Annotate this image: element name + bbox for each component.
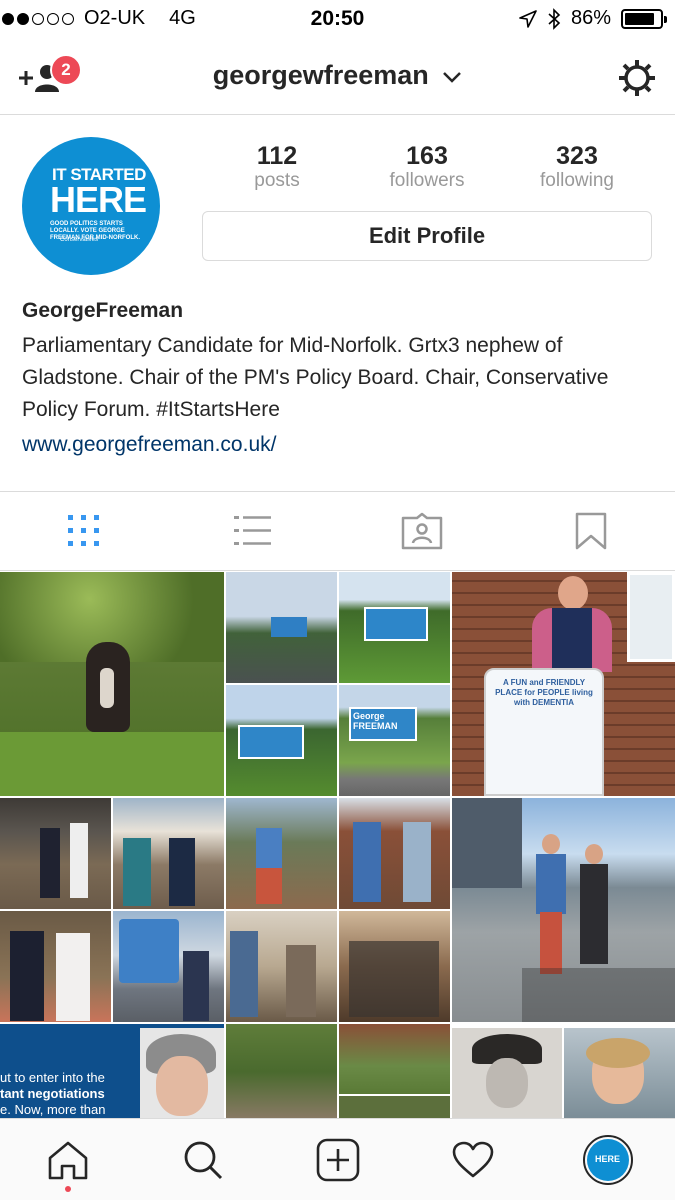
stat-value: 323 xyxy=(556,142,598,170)
nav-profile[interactable]: HERE xyxy=(540,1119,675,1200)
edit-profile-button[interactable]: Edit Profile xyxy=(202,211,652,261)
avatar-text-line2: HERE xyxy=(50,179,147,220)
collage-garden-2 xyxy=(339,1024,450,1094)
collage-sky-1 xyxy=(226,572,337,683)
posts-count[interactable]: 112 posts xyxy=(202,142,352,192)
post-thumbnail-visits-collage[interactable] xyxy=(226,798,450,1022)
collage-sky-4: George FREEMAN xyxy=(339,685,450,796)
mini-avatar-text: HERE xyxy=(586,1138,629,1181)
activity-dot xyxy=(64,1186,71,1192)
bio-text: Parliamentary Candidate for Mid-Norfolk.… xyxy=(22,334,609,421)
search-icon xyxy=(184,1141,222,1179)
woman-portrait xyxy=(564,1028,675,1120)
vintage-portrait xyxy=(452,1028,562,1120)
stat-label: following xyxy=(540,170,614,191)
person xyxy=(532,572,612,672)
speech-quote: ut to enter into the tant negotiations e… xyxy=(0,1070,140,1120)
bottom-tab-bar: HERE xyxy=(0,1118,675,1200)
tagged-icon xyxy=(401,512,443,550)
pony xyxy=(86,642,130,732)
grid-icon xyxy=(68,515,100,546)
shadow xyxy=(522,968,675,1022)
battery-icon xyxy=(621,8,667,29)
status-right: 86% xyxy=(519,7,667,30)
profile-name: GeorgeFreeman xyxy=(22,299,184,322)
shop-building xyxy=(452,798,522,888)
bookmark-icon xyxy=(575,512,606,550)
speech-line-1: ut to enter into the xyxy=(0,1070,105,1085)
nav-activity[interactable] xyxy=(405,1119,540,1200)
home-icon xyxy=(48,1141,87,1179)
collage-visit-2 xyxy=(339,798,450,909)
profile-icon: HERE xyxy=(582,1134,633,1185)
post-thumbnail-market-collage[interactable] xyxy=(0,798,224,1022)
stat-value: 163 xyxy=(406,142,448,170)
speech-line-3: e. Now, more than xyxy=(0,1102,106,1117)
profile-avatar[interactable]: IT STARTED HERE GOOD POLITICS STARTS LOC… xyxy=(22,137,160,275)
status-bar: O2-UK 4G 20:50 86% xyxy=(0,0,675,40)
website-link[interactable]: www.georgefreeman.co.uk/ xyxy=(22,430,652,460)
profile-header: 2 georgewfreeman xyxy=(0,40,675,115)
post-thumbnail-portrait-collage[interactable] xyxy=(452,1024,675,1120)
username-title: georgewfreeman xyxy=(212,60,429,90)
profile-view-tabs xyxy=(0,491,675,571)
collage-sky-2 xyxy=(339,572,450,683)
nav-home[interactable] xyxy=(0,1119,135,1200)
bluetooth-icon xyxy=(548,7,561,30)
tab-tagged[interactable] xyxy=(338,492,507,570)
new-post-icon xyxy=(316,1138,359,1181)
location-icon xyxy=(519,9,537,28)
battery-percent: 86% xyxy=(570,7,611,29)
post-thumbnail-car-park[interactable] xyxy=(452,798,675,1022)
stat-label: posts xyxy=(254,170,300,191)
nav-search[interactable] xyxy=(135,1119,270,1200)
profile-stats: 112 posts 163 followers 323 following xyxy=(202,142,652,192)
heart-icon xyxy=(452,1141,493,1177)
post-thumbnail-dementia-cafe[interactable]: A FUN and FRIENDLY PLACE for PEOPLE livi… xyxy=(452,572,675,796)
chevron-down-icon xyxy=(443,71,462,83)
tab-saved[interactable] xyxy=(506,492,675,570)
post-thumbnail-pony[interactable] xyxy=(0,572,224,796)
speech-line-2: tant negotiations xyxy=(0,1086,105,1101)
avatar-text-line4: Conservatives xyxy=(60,237,99,243)
stat-label: followers xyxy=(389,170,465,191)
collage-market-3 xyxy=(0,911,111,1022)
gear-icon xyxy=(619,60,655,96)
grass xyxy=(0,732,224,796)
list-icon xyxy=(234,516,272,545)
collage-garden-3 xyxy=(339,1096,450,1120)
collage-visit-3 xyxy=(226,911,337,1022)
collage-market-4 xyxy=(113,911,224,1022)
settings-button[interactable] xyxy=(617,58,657,98)
nav-new-post[interactable] xyxy=(270,1119,405,1200)
post-thumbnail-signs-collage[interactable]: George FREEMAN xyxy=(226,572,450,796)
window xyxy=(627,572,675,662)
stat-value: 112 xyxy=(256,142,298,170)
person-woman xyxy=(580,844,608,964)
sign-text: George FREEMAN xyxy=(349,707,417,741)
posts-grid: George FREEMAN A FUN and FRIENDLY PLACE … xyxy=(0,572,675,1120)
tab-list[interactable] xyxy=(169,492,338,570)
collage-visit-1 xyxy=(226,798,337,909)
collage-visit-4 xyxy=(339,911,450,1022)
post-thumbnail-garden-collage[interactable] xyxy=(226,1024,450,1120)
tab-grid[interactable] xyxy=(0,492,169,570)
post-thumbnail-speech[interactable]: ut to enter into the tant negotiations e… xyxy=(0,1024,224,1120)
collage-sky-3 xyxy=(226,685,337,796)
speaker-portrait xyxy=(140,1028,224,1120)
following-count[interactable]: 323 following xyxy=(502,142,652,192)
collage-market-1 xyxy=(0,798,111,909)
collage-market-2 xyxy=(113,798,224,909)
account-switcher[interactable]: georgewfreeman xyxy=(0,60,675,91)
card-text: A FUN and FRIENDLY PLACE for PEOPLE livi… xyxy=(495,678,593,707)
followers-count[interactable]: 163 followers xyxy=(352,142,502,192)
person-red-trousers xyxy=(536,834,566,974)
dementia-sign-board: A FUN and FRIENDLY PLACE for PEOPLE livi… xyxy=(484,668,604,796)
profile-bio: GeorgeFreeman Parliamentary Candidate fo… xyxy=(22,296,652,460)
collage-garden-1 xyxy=(226,1024,337,1120)
